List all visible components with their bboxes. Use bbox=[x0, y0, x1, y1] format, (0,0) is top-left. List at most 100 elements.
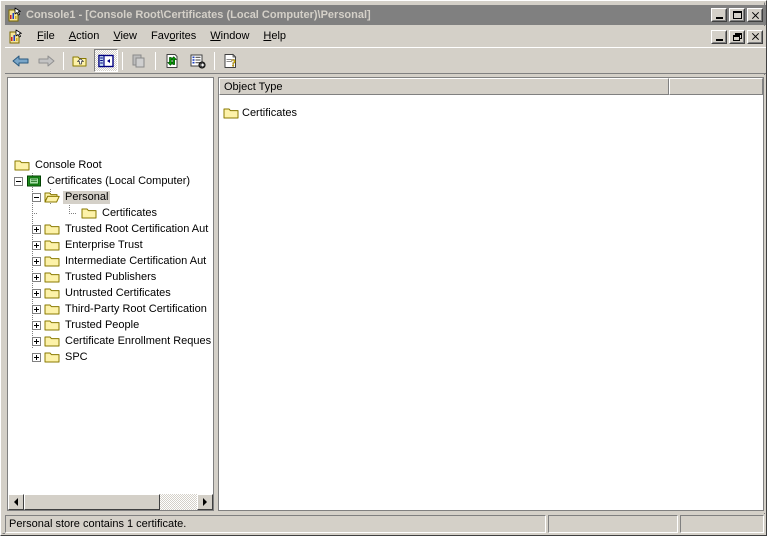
refresh-button[interactable] bbox=[160, 49, 184, 72]
tree-expander-expand[interactable] bbox=[32, 224, 41, 234]
mdi-minimize-button[interactable] bbox=[711, 29, 727, 44]
folder-closed-icon bbox=[44, 320, 60, 331]
tree-node-untrusted-certificates[interactable]: Untrusted Certificates bbox=[32, 285, 173, 301]
list-item-label: Certificates bbox=[242, 107, 298, 119]
scroll-left-button[interactable] bbox=[8, 494, 24, 510]
mdi-caption-button-group bbox=[711, 29, 763, 44]
status-message-pane: Personal store contains 1 certificate. bbox=[5, 515, 546, 533]
folder-closed-icon bbox=[81, 208, 97, 219]
up-one-level-button[interactable] bbox=[68, 49, 92, 72]
arrow-left-icon bbox=[14, 498, 18, 506]
tree-expander-collapse[interactable] bbox=[14, 176, 23, 186]
tree-node-intermediate-certification-authorities[interactable]: Intermediate Certification Aut bbox=[32, 253, 208, 269]
menu-file[interactable]: File bbox=[30, 28, 62, 45]
result-list-pane: Object Type Certificates bbox=[218, 77, 764, 511]
folder-closed-icon bbox=[44, 240, 60, 251]
arrow-right-icon bbox=[203, 498, 207, 506]
minimize-button[interactable] bbox=[711, 8, 727, 22]
close-button[interactable] bbox=[747, 8, 763, 22]
tree-node-label: Trusted Root Certification Aut bbox=[65, 222, 209, 235]
tree-node-personal-certificates[interactable]: Certificates bbox=[69, 205, 159, 221]
tree-node-console-root[interactable]: Console Root bbox=[14, 157, 104, 173]
list-items-area[interactable]: Certificates bbox=[219, 95, 763, 510]
tree-expander-expand[interactable] bbox=[32, 336, 41, 346]
tree-node-third-party-root-certification-authorities[interactable]: Third-Party Root Certification bbox=[32, 301, 209, 317]
tree-node-label: Enterprise Trust bbox=[65, 238, 143, 251]
scrollbar-thumb[interactable] bbox=[24, 494, 160, 510]
tree-expander-expand[interactable] bbox=[32, 320, 41, 330]
show-hide-tree-button[interactable] bbox=[94, 49, 118, 72]
back-button[interactable] bbox=[9, 49, 33, 72]
copy-icon bbox=[132, 54, 145, 67]
tree-expander-expand[interactable] bbox=[32, 304, 41, 314]
toolbar-separator bbox=[155, 51, 156, 70]
folder-closed-icon bbox=[44, 224, 60, 235]
help-icon: ? bbox=[224, 53, 237, 69]
mdi-close-button[interactable] bbox=[747, 29, 763, 44]
status-tertiary-pane bbox=[680, 515, 764, 533]
console-tree[interactable]: Console Root Certificates (Local Compute… bbox=[8, 78, 213, 494]
status-message-text: Personal store contains 1 certificate. bbox=[9, 518, 187, 530]
folder-closed-icon bbox=[44, 272, 60, 283]
folder-closed-icon bbox=[223, 108, 239, 119]
tree-node-personal[interactable]: Personal bbox=[32, 189, 111, 205]
column-header-object-type[interactable]: Object Type bbox=[219, 78, 669, 95]
mdi-client-area: Console Root Certificates (Local Compute… bbox=[5, 75, 766, 513]
tree-node-label: Personal bbox=[63, 190, 111, 204]
up-folder-icon bbox=[72, 56, 87, 66]
folder-closed-icon bbox=[44, 336, 60, 347]
tree-expander-expand[interactable] bbox=[32, 352, 41, 362]
title-bar[interactable]: Console1 - [Console Root\Certificates (L… bbox=[5, 5, 766, 25]
folder-closed-icon bbox=[44, 352, 60, 363]
menu-action[interactable]: Action bbox=[62, 28, 107, 45]
tree-node-trusted-root-certification-authorities[interactable]: Trusted Root Certification Aut bbox=[32, 221, 210, 237]
caption-button-group bbox=[711, 8, 763, 22]
tree-node-label: Trusted Publishers bbox=[65, 270, 157, 283]
console-tree-pane: Console Root Certificates (Local Compute… bbox=[7, 77, 214, 511]
tree-expander-expand[interactable] bbox=[32, 240, 41, 250]
status-secondary-pane bbox=[548, 515, 678, 533]
tree-node-label: Untrusted Certificates bbox=[65, 286, 171, 299]
tree-expander-collapse[interactable] bbox=[32, 192, 41, 202]
tree-node-certificate-enrollment-requests[interactable]: Certificate Enrollment Reques bbox=[32, 333, 213, 349]
tree-expander-expand[interactable] bbox=[32, 288, 41, 298]
menu-help[interactable]: Help bbox=[256, 28, 293, 45]
tree-horizontal-scrollbar[interactable] bbox=[8, 494, 213, 510]
menu-window[interactable]: Window bbox=[203, 28, 256, 45]
folder-closed-icon bbox=[44, 304, 60, 315]
column-header-filler[interactable] bbox=[669, 78, 763, 95]
tree-node-label: Intermediate Certification Aut bbox=[65, 254, 207, 267]
mmc-console-window: Console1 - [Console Root\Certificates (L… bbox=[0, 0, 767, 536]
maximize-button[interactable] bbox=[729, 8, 745, 22]
list-item-certificates[interactable]: Certificates bbox=[223, 105, 297, 121]
window-title: Console1 - [Console Root\Certificates (L… bbox=[26, 9, 371, 21]
mdi-restore-button[interactable] bbox=[729, 29, 745, 44]
toolbar-separator bbox=[63, 51, 64, 70]
column-header-label: Object Type bbox=[224, 80, 283, 93]
tree-node-certificates-local-computer[interactable]: Certificates (Local Computer) bbox=[14, 173, 192, 189]
refresh-icon bbox=[166, 53, 178, 68]
tree-node-enterprise-trust[interactable]: Enterprise Trust bbox=[32, 237, 145, 253]
mmc-console-icon[interactable] bbox=[8, 29, 24, 45]
export-list-button[interactable] bbox=[186, 49, 210, 72]
tree-node-label: Trusted People bbox=[65, 318, 140, 331]
tree-node-label: SPC bbox=[65, 350, 88, 363]
folder-closed-icon bbox=[44, 288, 60, 299]
export-list-icon bbox=[190, 54, 206, 69]
tree-node-trusted-people[interactable]: Trusted People bbox=[32, 317, 141, 333]
tree-expander-expand[interactable] bbox=[32, 256, 41, 266]
certificate-store-icon bbox=[27, 175, 41, 187]
folder-closed-icon bbox=[14, 160, 30, 171]
scroll-right-button[interactable] bbox=[197, 494, 213, 510]
show-tree-icon bbox=[98, 54, 114, 67]
menu-view[interactable]: View bbox=[106, 28, 144, 45]
help-button[interactable]: ? bbox=[219, 49, 243, 72]
tree-expander-expand[interactable] bbox=[32, 272, 41, 282]
forward-button[interactable] bbox=[35, 49, 59, 72]
tree-node-spc[interactable]: SPC bbox=[32, 349, 90, 365]
tree-node-trusted-publishers[interactable]: Trusted Publishers bbox=[32, 269, 158, 285]
menu-favorites[interactable]: Favorites bbox=[144, 28, 203, 45]
status-bar: Personal store contains 1 certificate. bbox=[5, 514, 766, 534]
copy-button[interactable] bbox=[127, 49, 151, 72]
tree-node-label: Console Root bbox=[35, 158, 102, 171]
